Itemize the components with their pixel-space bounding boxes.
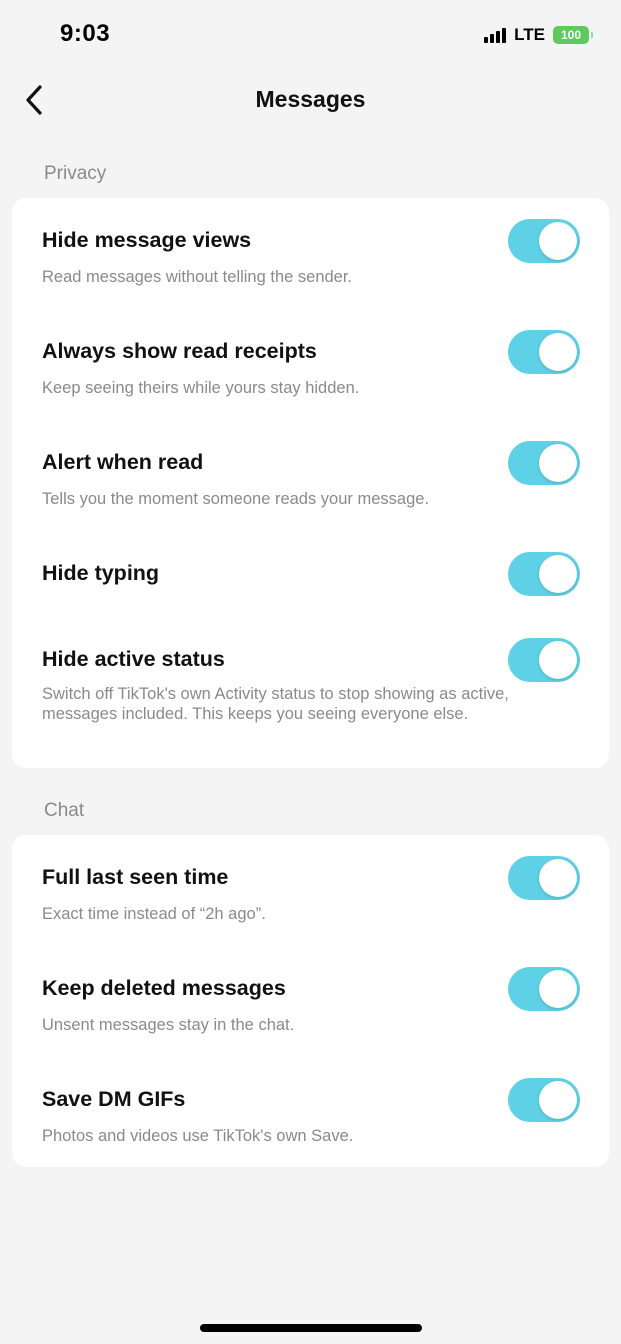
setting-description: Tells you the moment someone reads your …	[42, 490, 430, 508]
network-label: LTE	[514, 25, 545, 44]
chat-card: Full last seen time Exact time instead o…	[12, 835, 609, 1167]
setting-title: Alert when read	[42, 450, 204, 474]
status-time: 9:03	[60, 20, 111, 47]
toggle-knob	[539, 222, 577, 260]
page-title: Messages	[255, 86, 366, 112]
toggle-alert-when-read[interactable]	[508, 441, 580, 485]
toggle-keep-deleted-messages[interactable]	[508, 967, 580, 1011]
setting-title: Keep deleted messages	[42, 976, 286, 1000]
section-label-chat: Chat	[44, 800, 85, 821]
toggle-full-last-seen-time[interactable]	[508, 856, 580, 900]
toggle-knob	[539, 333, 577, 371]
toggle-knob	[539, 444, 577, 482]
setting-description: Keep seeing theirs while yours stay hidd…	[42, 379, 360, 397]
section-label-privacy: Privacy	[44, 163, 107, 184]
setting-title: Always show read receipts	[42, 339, 317, 363]
setting-title: Hide active status	[42, 647, 225, 671]
toggle-always-show-read-receipts[interactable]	[508, 330, 580, 374]
toggle-knob	[539, 1081, 577, 1119]
toggle-hide-typing[interactable]	[508, 552, 580, 596]
setting-description: Read messages without telling the sender…	[42, 268, 353, 286]
status-indicators: LTE 100	[484, 24, 593, 46]
setting-title: Save DM GIFs	[42, 1087, 186, 1111]
toggle-hide-active-status[interactable]	[508, 638, 580, 682]
setting-title: Full last seen time	[42, 865, 229, 889]
header: Messages	[0, 72, 621, 128]
setting-description: Exact time instead of “2h ago”.	[42, 905, 266, 923]
setting-description: Photos and videos use TikTok's own Save.	[42, 1127, 354, 1145]
privacy-card: Hide message views Read messages without…	[12, 198, 609, 768]
setting-description: Unsent messages stay in the chat.	[42, 1016, 295, 1034]
setting-title: Hide message views	[42, 228, 252, 252]
toggle-knob	[539, 859, 577, 897]
setting-title: Hide typing	[42, 561, 160, 585]
battery-level: 100	[560, 28, 582, 42]
toggle-knob	[539, 641, 577, 679]
battery-icon: 100	[553, 26, 593, 44]
signal-icon	[484, 27, 507, 43]
toggle-knob	[539, 555, 577, 593]
toggle-save-dm-gifs[interactable]	[508, 1078, 580, 1122]
home-indicator	[200, 1324, 422, 1332]
toggle-hide-message-views[interactable]	[508, 219, 580, 263]
setting-description: Switch off TikTok's own Activity status …	[42, 685, 509, 723]
status-bar: 9:03 LTE 100	[0, 0, 621, 68]
toggle-knob	[539, 970, 577, 1008]
